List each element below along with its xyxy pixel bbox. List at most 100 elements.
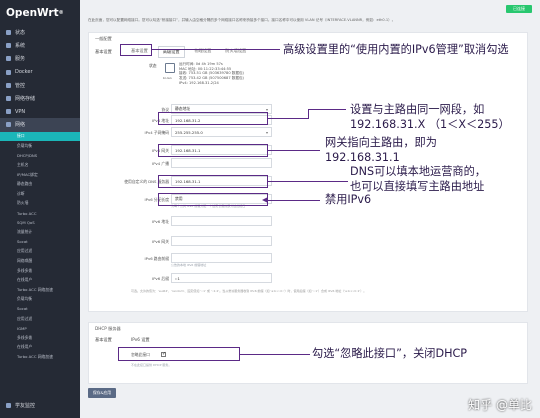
sidebar-subitem-9[interactable]: SQM QoS [0,218,80,228]
dhcp-title: DHCP 服务器 [95,326,121,331]
device-name: br-lan [163,76,172,80]
sidebar-subitem-11[interactable]: Socat [0,237,80,247]
sidebar-subitem-3[interactable]: 主机名 [0,160,80,170]
sidebar-subitem-20[interactable]: IGMP [0,323,80,333]
field-label: IPv4 子网掩码 [144,130,169,135]
field-input[interactable]: ::1 [171,273,272,283]
ignore-interface-hint: 不在此接口提供 DHCP 服务。 [131,363,172,367]
status-label: 状态 [149,63,157,68]
connector-advanced [152,49,280,51]
sidebar-subitem-22[interactable]: 在线用户 [0,343,80,353]
nav-icon [6,56,11,62]
sidebar-item-5[interactable]: 网络存储 [0,92,80,105]
sidebar-subitem-7[interactable]: 防火墙 [0,199,80,209]
annotation-advanced: 高级设置里的“使用内置的IPv6管理”取消勾选 [283,43,509,56]
connector-gateway [268,150,320,152]
form-row: IPv6 后缀::1 [89,272,529,285]
highlight-dns [158,175,268,188]
annotation-dhcp: 勾选“忽略此接口”，关闭DHCP [312,347,468,360]
annotation-ipv6: 禁用IPv6 [325,193,372,206]
highlight-ipv4-gateway [158,144,268,157]
status-info: 运行时间: 0d 4h 19m 57s MAC 地址: 00:11:22:33:… [179,62,244,85]
sidebar-item-monitor[interactable]: 学友监控 [0,399,80,412]
sidebar-subitem-13[interactable]: 网络唤醒 [0,256,80,266]
annotation-gateway-2: 192.168.31.1 [325,151,400,164]
sidebar-item-1[interactable]: 系统 [0,39,80,52]
sidebar-subitem-0[interactable]: 接口 [0,131,80,142]
sidebar-subitem-16[interactable]: Turbo ACC 网络加速 [0,285,80,295]
sidebar-subitem-12[interactable]: 应用过滤 [0,247,80,257]
annotation-dns-2: 也可以直接填写主路由地址 [350,180,485,193]
sidebar-subitem-14[interactable]: 多线多拨 [0,266,80,276]
sidebar-subitem-15[interactable]: 在线用户 [0,275,80,285]
general-config-title: 一般配置 [95,36,112,41]
sidebar-subitem-2[interactable]: DHCP/DNS [0,151,80,161]
save-apply-button[interactable]: 保存&应用 [88,388,116,398]
dhcp-row-label: 基本设置 [95,337,112,342]
ipv6-settings-tab[interactable]: IPv6 设置 [131,337,150,343]
ethernet-icon [165,63,175,73]
sidebar-subitem-6[interactable]: 诊断 [0,189,80,199]
nav-icon [6,69,11,75]
annotation-gateway-1: 网关指向主路由，即为 [325,136,437,149]
tab-physical[interactable]: 物理设置 [191,46,216,58]
connector-ip-h [308,109,346,111]
general-row-label: 基本设置 [95,49,112,54]
connector-dns [268,181,348,183]
status-badge: 已连接 [506,5,532,13]
highlight-advanced-tab [120,44,152,56]
monitor-icon [6,403,11,409]
tab-firewall[interactable]: 防火墙设置 [221,46,250,58]
nav-icon [6,96,11,102]
tab-advanced[interactable]: 高级设置 [157,46,185,58]
sidebar-item-6[interactable]: VPN [0,105,80,118]
sidebar-item-4[interactable]: 管控 [0,79,80,92]
watermark: 知乎 @单比 [468,398,532,412]
suffix-hint: 可选。允许的值为：'eui64'、'random'、固定值如 '::1' 或 '… [131,289,367,293]
form-row: IPv6 路由前缀 公告的本地 IPv6 前缀地址 [89,252,529,267]
field-input[interactable] [171,236,272,246]
field-input[interactable] [171,253,272,263]
field-label: IPv4 广播 [152,161,169,166]
sidebar-subitem-10[interactable]: 流量统计 [0,227,80,237]
annotation-ip-1: 设置与主路由同一网段，如 [350,103,485,116]
field-label: IPv6 路由前缀 [144,256,169,261]
nav-icon [6,122,11,128]
connector-dhcp [240,354,310,356]
nav-icon [6,30,11,36]
annotation-ip-2: 192.168.31.X （1＜X＜255） [350,118,510,131]
sidebar-subitem-5[interactable]: 静态路由 [0,179,80,189]
sidebar-item-2[interactable]: 服务 [0,52,80,65]
sidebar-nav: 状态 系统 服务 Docker 管控 网络存储 VPN 网络 [0,26,80,132]
field-input[interactable] [171,158,272,168]
sidebar-subitem-4[interactable]: IP/MAC绑定 [0,170,80,180]
sidebar-subitem-19[interactable]: 应用过滤 [0,314,80,324]
topbar: 已连接 [80,0,540,16]
sidebar-subitem-18[interactable]: Socat [0,304,80,314]
sidebar-item-7[interactable]: 网络 [0,118,80,132]
field-label: IPv6 后缀 [152,276,169,281]
annotation-dns-1: DNS可以填本地运营商的， [350,165,486,178]
connector-ipv6 [268,200,320,202]
highlight-ignore-interface [118,347,240,361]
highlight-ipv6-assign [158,193,268,206]
form-row: IPv6 网关 [89,235,529,248]
field-select[interactable]: 255.255.255.0 [171,127,272,137]
field-label: IPv6 地址 [152,219,169,224]
sidebar-item-0[interactable]: 状态 [0,26,80,39]
arrow-ipv6 [262,197,268,203]
sidebar-item-3[interactable]: Docker [0,66,80,79]
sidebar-subitem-23[interactable]: Turbo ACC 网络加速 [0,352,80,362]
page-description: 在此页面，您可以配置网络接口。您可以勾选“桥接接口”，并输入由空格分隔的多个网络… [88,18,396,22]
field-label: IPv6 网关 [152,239,169,244]
form-row: IPv6 地址 [89,215,529,228]
sidebar-subitem-17[interactable]: 负载均衡 [0,295,80,305]
sidebar-subitem-21[interactable]: 多线多拨 [0,333,80,343]
connector-ip-v [308,109,310,119]
sidebar-subitem-8[interactable]: Turbo ACC [0,208,80,218]
sidebar-subitem-1[interactable]: 负载均衡 [0,141,80,151]
field-input[interactable] [171,216,272,226]
brand-logo[interactable]: OpenWrt ® [0,0,80,26]
sidebar-subnav: 接口 负载均衡 DHCP/DNS 主机名 IP/MAC绑定 静态路由 诊断 防火墙 Turbo … [0,131,80,362]
connector-ip [268,118,308,120]
